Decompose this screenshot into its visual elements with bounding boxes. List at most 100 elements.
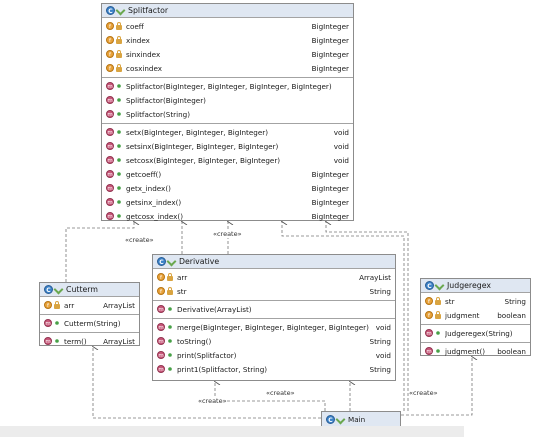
method-icon: m: [157, 351, 165, 359]
class-main[interactable]: C Main: [321, 411, 401, 427]
method-row[interactable]: m getx_index() BigInteger: [102, 181, 353, 195]
method-icon: m: [106, 128, 114, 136]
create-label-cutterm: «create»: [125, 236, 154, 244]
class-derivative[interactable]: C Derivative f arr ArrayList f str String mD…: [152, 254, 396, 381]
bottom-right-area: [464, 426, 554, 437]
class-header: C Splitfactor: [102, 4, 353, 18]
pin-icon: [115, 5, 126, 16]
method-row[interactable]: m merge(BigInteger, BigInteger, BigIntege…: [153, 320, 395, 334]
public-icon: [117, 214, 121, 218]
method-icon: m: [157, 337, 165, 345]
method-icon: m: [425, 347, 433, 355]
constructor-row[interactable]: m Splitfactor(String): [102, 107, 353, 121]
field-row[interactable]: f arr ArrayList: [153, 270, 395, 284]
methods-section: m judgment() boolean: [421, 343, 530, 360]
constructors-section: m Derivative(ArrayList): [153, 301, 395, 319]
private-lock-icon: [167, 272, 173, 281]
public-icon: [117, 130, 121, 134]
class-title: Cutterm: [66, 285, 98, 294]
class-header: C Judgeregex: [421, 279, 530, 293]
pin-icon: [166, 256, 177, 267]
method-icon: m: [157, 305, 165, 313]
field-row[interactable]: f str String: [153, 284, 395, 298]
class-cutterm[interactable]: C Cutterm f arr ArrayList m Cutterm(String)…: [39, 282, 140, 346]
private-lock-icon: [167, 286, 173, 295]
private-lock-icon: [116, 35, 122, 44]
method-row[interactable]: m getsinx_index() BigInteger: [102, 195, 353, 209]
method-icon: m: [425, 329, 433, 337]
field-row[interactable]: f judgment boolean: [421, 308, 530, 322]
method-icon: m: [106, 170, 114, 178]
public-icon: [117, 144, 121, 148]
private-lock-icon: [116, 21, 122, 30]
class-icon: C: [326, 414, 335, 424]
field-row[interactable]: f sinxindex BigInteger: [102, 47, 353, 61]
field-row[interactable]: f arr ArrayList: [40, 298, 139, 312]
public-icon: [168, 325, 172, 329]
dep-cutterm-splitfactor: [65, 221, 134, 282]
public-icon: [117, 200, 121, 204]
class-title: Derivative: [179, 257, 220, 266]
field-row[interactable]: f cosxindex BigInteger: [102, 61, 353, 75]
public-icon: [117, 84, 121, 88]
public-icon: [168, 353, 172, 357]
class-title: Main: [348, 414, 366, 424]
class-splitfactor[interactable]: C Splitfactor f coeff BigInteger f xindex Bi…: [101, 3, 354, 221]
fields-section: f str String f judgment boolean: [421, 293, 530, 325]
private-lock-icon: [435, 310, 441, 319]
public-icon: [168, 307, 172, 311]
constructors-section: m Splitfactor(BigInteger, BigInteger, Big…: [102, 78, 353, 124]
method-row[interactable]: m judgment() boolean: [421, 344, 530, 358]
method-icon: m: [106, 198, 114, 206]
method-icon: m: [44, 319, 52, 327]
constructor-row[interactable]: m Cutterm(String): [40, 316, 139, 330]
methods-section: m setx(BigInteger, BigInteger, BigInteger…: [102, 124, 353, 225]
method-icon: m: [106, 110, 114, 118]
method-icon: m: [157, 323, 165, 331]
method-icon: m: [44, 337, 52, 345]
public-icon: [168, 339, 172, 343]
create-label-derivative: «create»: [213, 230, 242, 238]
method-icon: m: [106, 184, 114, 192]
field-row[interactable]: f str String: [421, 294, 530, 308]
private-lock-icon: [116, 49, 122, 58]
public-icon: [55, 339, 59, 343]
uml-class-diagram: «create» «create» «create» «create» «cre…: [0, 0, 554, 437]
create-label-main-judgeregex: «create»: [409, 389, 438, 397]
method-row[interactable]: m getcoeff() BigInteger: [102, 167, 353, 181]
public-icon: [117, 186, 121, 190]
public-icon: [436, 331, 440, 335]
methods-section: m merge(BigInteger, BigInteger, BigIntege…: [153, 319, 395, 378]
field-row[interactable]: f coeff BigInteger: [102, 19, 353, 33]
field-row[interactable]: f xindex BigInteger: [102, 33, 353, 47]
field-icon: f: [44, 301, 52, 309]
method-row[interactable]: m print1(Splitfactor, String) String: [153, 362, 395, 376]
create-label-main-cutterm: «create»: [198, 397, 227, 405]
method-row[interactable]: m term() ArrayList: [40, 334, 139, 348]
constructor-row[interactable]: m Judgeregex(String): [421, 326, 530, 340]
method-icon: m: [106, 156, 114, 164]
constructors-section: m Judgeregex(String): [421, 325, 530, 343]
create-label-main-derivative: «create»: [266, 389, 295, 397]
method-row[interactable]: m print(Splitfactor) void: [153, 348, 395, 362]
method-row[interactable]: m getcosx_index() BigInteger: [102, 209, 353, 223]
field-icon: f: [106, 22, 114, 30]
constructor-row[interactable]: m Splitfactor(BigInteger, BigInteger, Big…: [102, 79, 353, 93]
class-judgeregex[interactable]: C Judgeregex f str String f judgment boolean…: [420, 278, 531, 356]
private-lock-icon: [435, 296, 441, 305]
class-header: C Cutterm: [40, 283, 139, 297]
class-icon: C: [106, 6, 115, 15]
constructor-row[interactable]: m Derivative(ArrayList): [153, 302, 395, 316]
pin-icon: [434, 280, 445, 291]
public-icon: [117, 112, 121, 116]
method-icon: m: [106, 212, 114, 220]
method-row[interactable]: m setsinx(BigInteger, BigInteger, BigInte…: [102, 139, 353, 153]
constructor-row[interactable]: m Splitfactor(BigInteger): [102, 93, 353, 107]
methods-section: m term() ArrayList: [40, 333, 139, 350]
field-icon: f: [425, 297, 433, 305]
method-row[interactable]: m toString() String: [153, 334, 395, 348]
method-row[interactable]: m setcosx(BigInteger, BigInteger, BigInte…: [102, 153, 353, 167]
private-lock-icon: [116, 63, 122, 72]
dep-main-judgeregex: [401, 356, 472, 416]
method-row[interactable]: m setx(BigInteger, BigInteger, BigInteger…: [102, 125, 353, 139]
